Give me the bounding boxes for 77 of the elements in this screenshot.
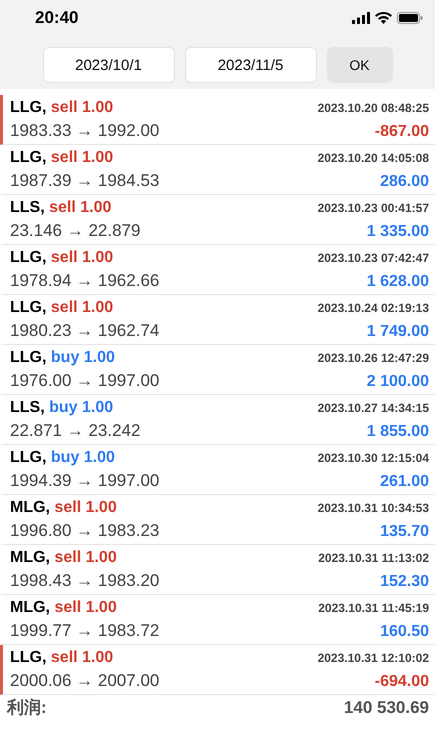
price-range: 1996.80 → 1983.23 bbox=[10, 520, 160, 540]
profit-value: 1 855.00 bbox=[366, 422, 429, 440]
order-label: buy 1.00 bbox=[49, 398, 114, 416]
trade-time: 2023.10.20 14:05:08 bbox=[318, 150, 429, 164]
trade-time: 2023.10.26 12:47:29 bbox=[318, 350, 429, 364]
symbol-label: LLS, bbox=[10, 398, 45, 416]
trade-row[interactable]: LLG, sell 1.00 2023.10.20 14:05:08 1987.39 → 1984.53 286.00 bbox=[0, 145, 435, 195]
symbol-label: MLG, bbox=[10, 498, 50, 516]
profit-value: 1 335.00 bbox=[366, 222, 429, 240]
trade-row[interactable]: LLG, sell 1.00 2023.10.31 12:10:02 2000.06 → 2007.00 -694.00 bbox=[0, 645, 435, 695]
trade-row[interactable]: MLG, sell 1.00 2023.10.31 10:34:53 1996.80 → 1983.23 135.70 bbox=[0, 495, 435, 545]
symbol-label: LLG, bbox=[10, 298, 46, 316]
profit-total: 140 530.69 bbox=[344, 698, 429, 718]
profit-value: 1 749.00 bbox=[366, 322, 429, 340]
profit-value: 261.00 bbox=[380, 472, 429, 490]
trade-time: 2023.10.23 07:42:47 bbox=[318, 250, 429, 264]
trade-row[interactable]: LLS, sell 1.00 2023.10.23 00:41:57 23.146 → 22.879 1 335.00 bbox=[0, 195, 435, 245]
battery-icon bbox=[397, 12, 423, 24]
order-label: sell 1.00 bbox=[50, 298, 114, 316]
price-range: 1987.39 → 1984.53 bbox=[10, 170, 160, 190]
trade-time: 2023.10.31 10:34:53 bbox=[318, 500, 429, 514]
order-label: sell 1.00 bbox=[50, 648, 114, 666]
trade-time: 2023.10.23 00:41:57 bbox=[318, 200, 429, 214]
price-range: 22.871 → 23.242 bbox=[10, 420, 140, 440]
trade-row[interactable]: MLG, sell 1.00 2023.10.31 11:13:02 1998.43 → 1983.20 152.30 bbox=[0, 545, 435, 595]
order-label: sell 1.00 bbox=[49, 198, 112, 216]
order-label: buy 1.00 bbox=[50, 348, 115, 366]
profit-label: 利润: bbox=[7, 698, 47, 718]
profit-value: 1 628.00 bbox=[366, 272, 429, 290]
order-label: sell 1.00 bbox=[50, 248, 114, 266]
order-label: buy 1.00 bbox=[50, 448, 115, 466]
trade-row[interactable]: LLG, sell 1.00 2023.10.23 07:42:47 1978.94 → 1962.66 1 628.00 bbox=[0, 245, 435, 295]
order-label: sell 1.00 bbox=[50, 148, 114, 166]
profit-value: 160.50 bbox=[380, 622, 429, 640]
trade-time: 2023.10.30 12:15:04 bbox=[318, 450, 429, 464]
price-range: 2000.06 → 2007.00 bbox=[10, 670, 160, 690]
trade-time: 2023.10.31 12:10:02 bbox=[318, 650, 429, 664]
symbol-label: LLG, bbox=[10, 248, 46, 266]
profit-value: 135.70 bbox=[380, 522, 429, 540]
symbol-label: MLG, bbox=[10, 548, 50, 566]
wifi-icon bbox=[375, 12, 392, 24]
symbol-label: LLG, bbox=[10, 648, 46, 666]
order-label: sell 1.00 bbox=[54, 498, 117, 516]
trade-time: 2023.10.31 11:45:19 bbox=[318, 600, 429, 614]
end-date-field[interactable]: 2023/11/5 bbox=[184, 47, 316, 83]
profit-value: 152.30 bbox=[380, 572, 429, 590]
symbol-label: LLG, bbox=[10, 98, 46, 116]
symbol-label: LLG, bbox=[10, 148, 46, 166]
trade-time: 2023.10.20 08:48:25 bbox=[318, 100, 429, 114]
price-range: 1976.00 → 1997.00 bbox=[10, 370, 160, 390]
symbol-label: LLG, bbox=[10, 448, 46, 466]
status-time: 20:40 bbox=[35, 8, 78, 28]
price-range: 1999.77 → 1983.72 bbox=[10, 620, 160, 640]
trade-time: 2023.10.31 11:13:02 bbox=[318, 550, 429, 564]
price-range: 1994.39 → 1997.00 bbox=[10, 470, 160, 490]
profit-value: 2 100.00 bbox=[366, 372, 429, 390]
profit-value: 286.00 bbox=[380, 172, 429, 190]
price-range: 1998.43 → 1983.20 bbox=[10, 570, 160, 590]
start-date-field[interactable]: 2023/10/1 bbox=[42, 47, 174, 83]
price-range: 1980.23 → 1962.74 bbox=[10, 320, 160, 340]
order-label: sell 1.00 bbox=[50, 98, 114, 116]
symbol-label: LLS, bbox=[10, 198, 45, 216]
profit-value: -867.00 bbox=[374, 122, 429, 140]
trade-row[interactable]: LLG, buy 1.00 2023.10.30 12:15:04 1994.39 → 1997.00 261.00 bbox=[0, 445, 435, 495]
order-label: sell 1.00 bbox=[54, 598, 117, 616]
price-range: 23.146 → 22.879 bbox=[10, 220, 140, 240]
signal-icon bbox=[352, 12, 370, 24]
price-range: 1978.94 → 1962.66 bbox=[10, 270, 160, 290]
trade-row[interactable]: MLG, sell 1.00 2023.10.31 11:45:19 1999.77 → 1983.72 160.50 bbox=[0, 595, 435, 645]
order-label: sell 1.00 bbox=[54, 548, 117, 566]
price-range: 1983.33 → 1992.00 bbox=[10, 120, 160, 140]
trade-time: 2023.10.27 14:34:15 bbox=[318, 400, 429, 414]
ok-button[interactable]: OK bbox=[326, 47, 392, 83]
trade-time: 2023.10.24 02:19:13 bbox=[318, 300, 429, 314]
symbol-label: MLG, bbox=[10, 598, 50, 616]
profit-value: -694.00 bbox=[374, 672, 429, 690]
symbol-label: LLG, bbox=[10, 348, 46, 366]
